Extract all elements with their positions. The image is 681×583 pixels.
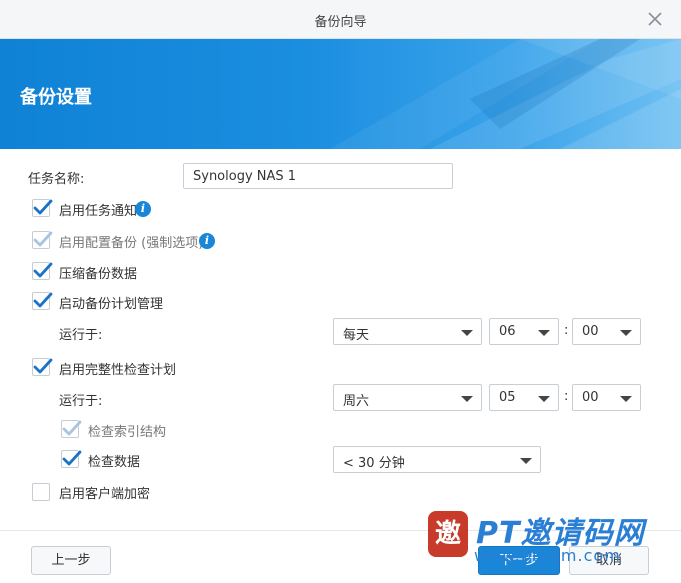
compress-backup-label: 压缩备份数据	[59, 267, 138, 282]
chevron-down-icon	[461, 330, 473, 336]
check-index-checkbox	[61, 420, 82, 438]
integrity-check-label: 启用完整性检查计划	[59, 363, 177, 378]
integrity-day-select[interactable]: 周六	[333, 384, 482, 411]
backup-hour-select[interactable]: 06	[489, 318, 559, 345]
time-separator: :	[564, 389, 569, 404]
backup-schedule-label: 启动备份计划管理	[59, 297, 164, 312]
client-encryption-label: 启用客户端加密	[59, 487, 151, 502]
banner-decoration	[330, 39, 681, 149]
backup-minute-select[interactable]: 00	[572, 318, 641, 345]
check-data-label: 检查数据	[88, 455, 141, 470]
chevron-down-icon	[538, 396, 550, 402]
integrity-hour-select[interactable]: 05	[489, 384, 559, 411]
chevron-down-icon	[461, 396, 473, 402]
backup-frequency-select[interactable]: 每天	[333, 318, 482, 345]
enable-config-backup-checkbox	[32, 231, 53, 249]
integrity-minute-select[interactable]: 00	[572, 384, 641, 411]
check-duration-select[interactable]: < 30 分钟	[333, 446, 541, 473]
chevron-down-icon	[538, 330, 550, 336]
chevron-down-icon	[620, 396, 632, 402]
check-data-checkbox[interactable]	[61, 450, 82, 468]
integrity-run-label: 运行于:	[59, 394, 103, 409]
task-name-input[interactable]	[183, 163, 453, 189]
info-icon[interactable]: i	[135, 201, 151, 217]
backup-run-label: 运行于:	[59, 328, 103, 343]
banner-heading: 备份设置	[20, 87, 92, 108]
integrity-check-checkbox[interactable]	[32, 358, 53, 376]
enable-config-backup-label: 启用配置备份 (强制选项)	[59, 236, 204, 251]
task-name-label: 任务名称:	[28, 172, 85, 187]
watermark-url: www.ptyqm.com	[474, 546, 621, 565]
enable-notification-checkbox[interactable]	[32, 199, 53, 217]
compress-backup-checkbox[interactable]	[32, 262, 53, 280]
watermark-logo: 邀	[428, 511, 468, 557]
enable-notification-label: 启用任务通知	[59, 204, 138, 219]
check-index-label: 检查索引结构	[88, 425, 167, 440]
chevron-down-icon	[520, 458, 532, 464]
info-icon[interactable]: i	[199, 233, 215, 249]
time-separator: :	[564, 323, 569, 338]
header-banner: 备份设置	[0, 39, 681, 149]
close-icon[interactable]	[645, 9, 665, 29]
window-title: 备份向导	[314, 15, 367, 30]
title-bar: 备份向导	[0, 0, 681, 39]
chevron-down-icon	[620, 330, 632, 336]
client-encryption-checkbox[interactable]	[32, 483, 50, 501]
previous-button[interactable]: 上一步	[31, 546, 111, 575]
watermark: 邀 PT邀请码网 www.ptyqm.com	[424, 508, 674, 578]
backup-schedule-checkbox[interactable]	[32, 292, 53, 310]
